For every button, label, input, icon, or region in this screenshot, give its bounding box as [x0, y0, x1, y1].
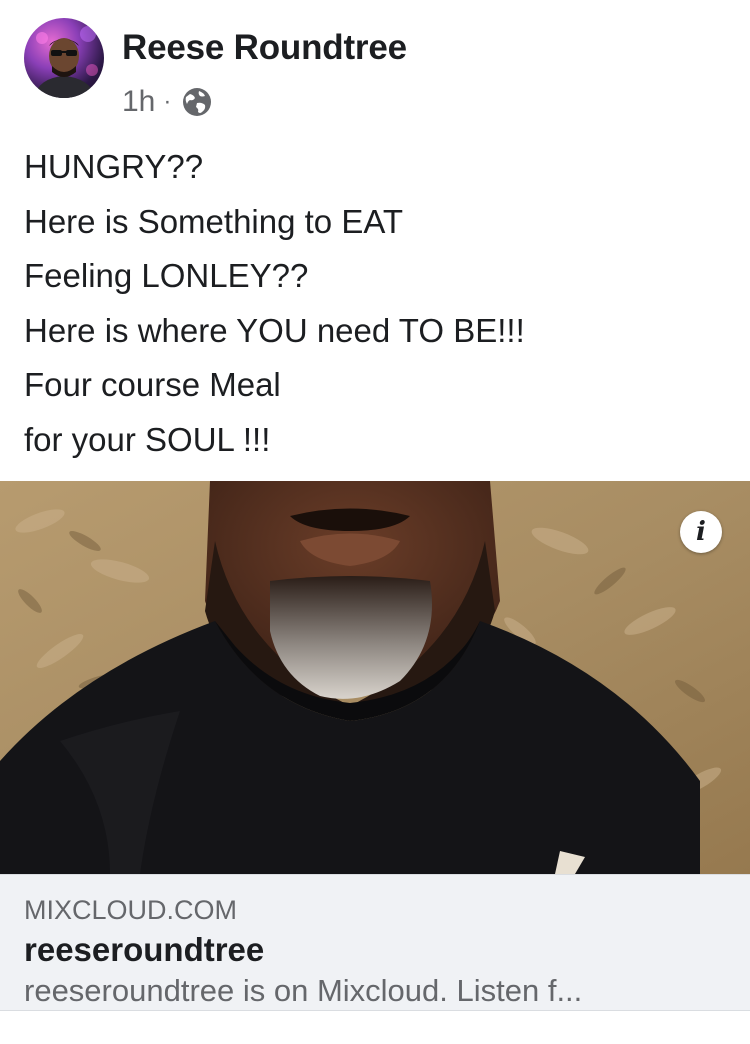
link-description: reeseroundtree is on Mixcloud. Listen f.…	[24, 973, 583, 1008]
post-header: Reese Roundtree 1h ·	[0, 0, 750, 130]
preview-photo	[0, 481, 750, 874]
post-meta: 1h ·	[122, 84, 213, 120]
post-text-line: Here is where YOU need TO BE!!!	[24, 311, 525, 349]
author-name[interactable]: Reese Roundtree	[122, 28, 407, 68]
post-timestamp[interactable]: 1h	[122, 85, 155, 119]
avatar-image	[34, 26, 98, 98]
link-preview-details[interactable]: MIXCLOUD.COM reeseroundtree reeseroundtr…	[0, 874, 750, 1011]
link-preview-card[interactable]: i MIXCLOUD.COM reeseroundtree reeseround…	[0, 481, 750, 1044]
link-title[interactable]: reeseroundtree	[24, 931, 264, 969]
post-text-line: for your SOUL !!!	[24, 420, 271, 458]
author-avatar[interactable]	[24, 18, 104, 98]
link-domain: MIXCLOUD.COM	[24, 895, 238, 925]
post-message: HUNGRY?? Here is Something to EAT Feelin…	[24, 140, 724, 467]
post-text-line: HUNGRY??	[24, 148, 204, 185]
link-preview-image[interactable]: i	[0, 481, 750, 874]
globe-icon[interactable]	[181, 86, 213, 118]
meta-separator: ·	[163, 88, 172, 115]
post-text-line: Here is Something to EAT	[24, 202, 404, 240]
info-icon[interactable]: i	[680, 511, 722, 553]
post-text-line: Four course Meal	[24, 366, 281, 403]
facebook-post: Reese Roundtree 1h · HUNGRY?? Here is So…	[0, 0, 750, 1044]
post-text-line: Feeling LONLEY??	[24, 257, 309, 294]
